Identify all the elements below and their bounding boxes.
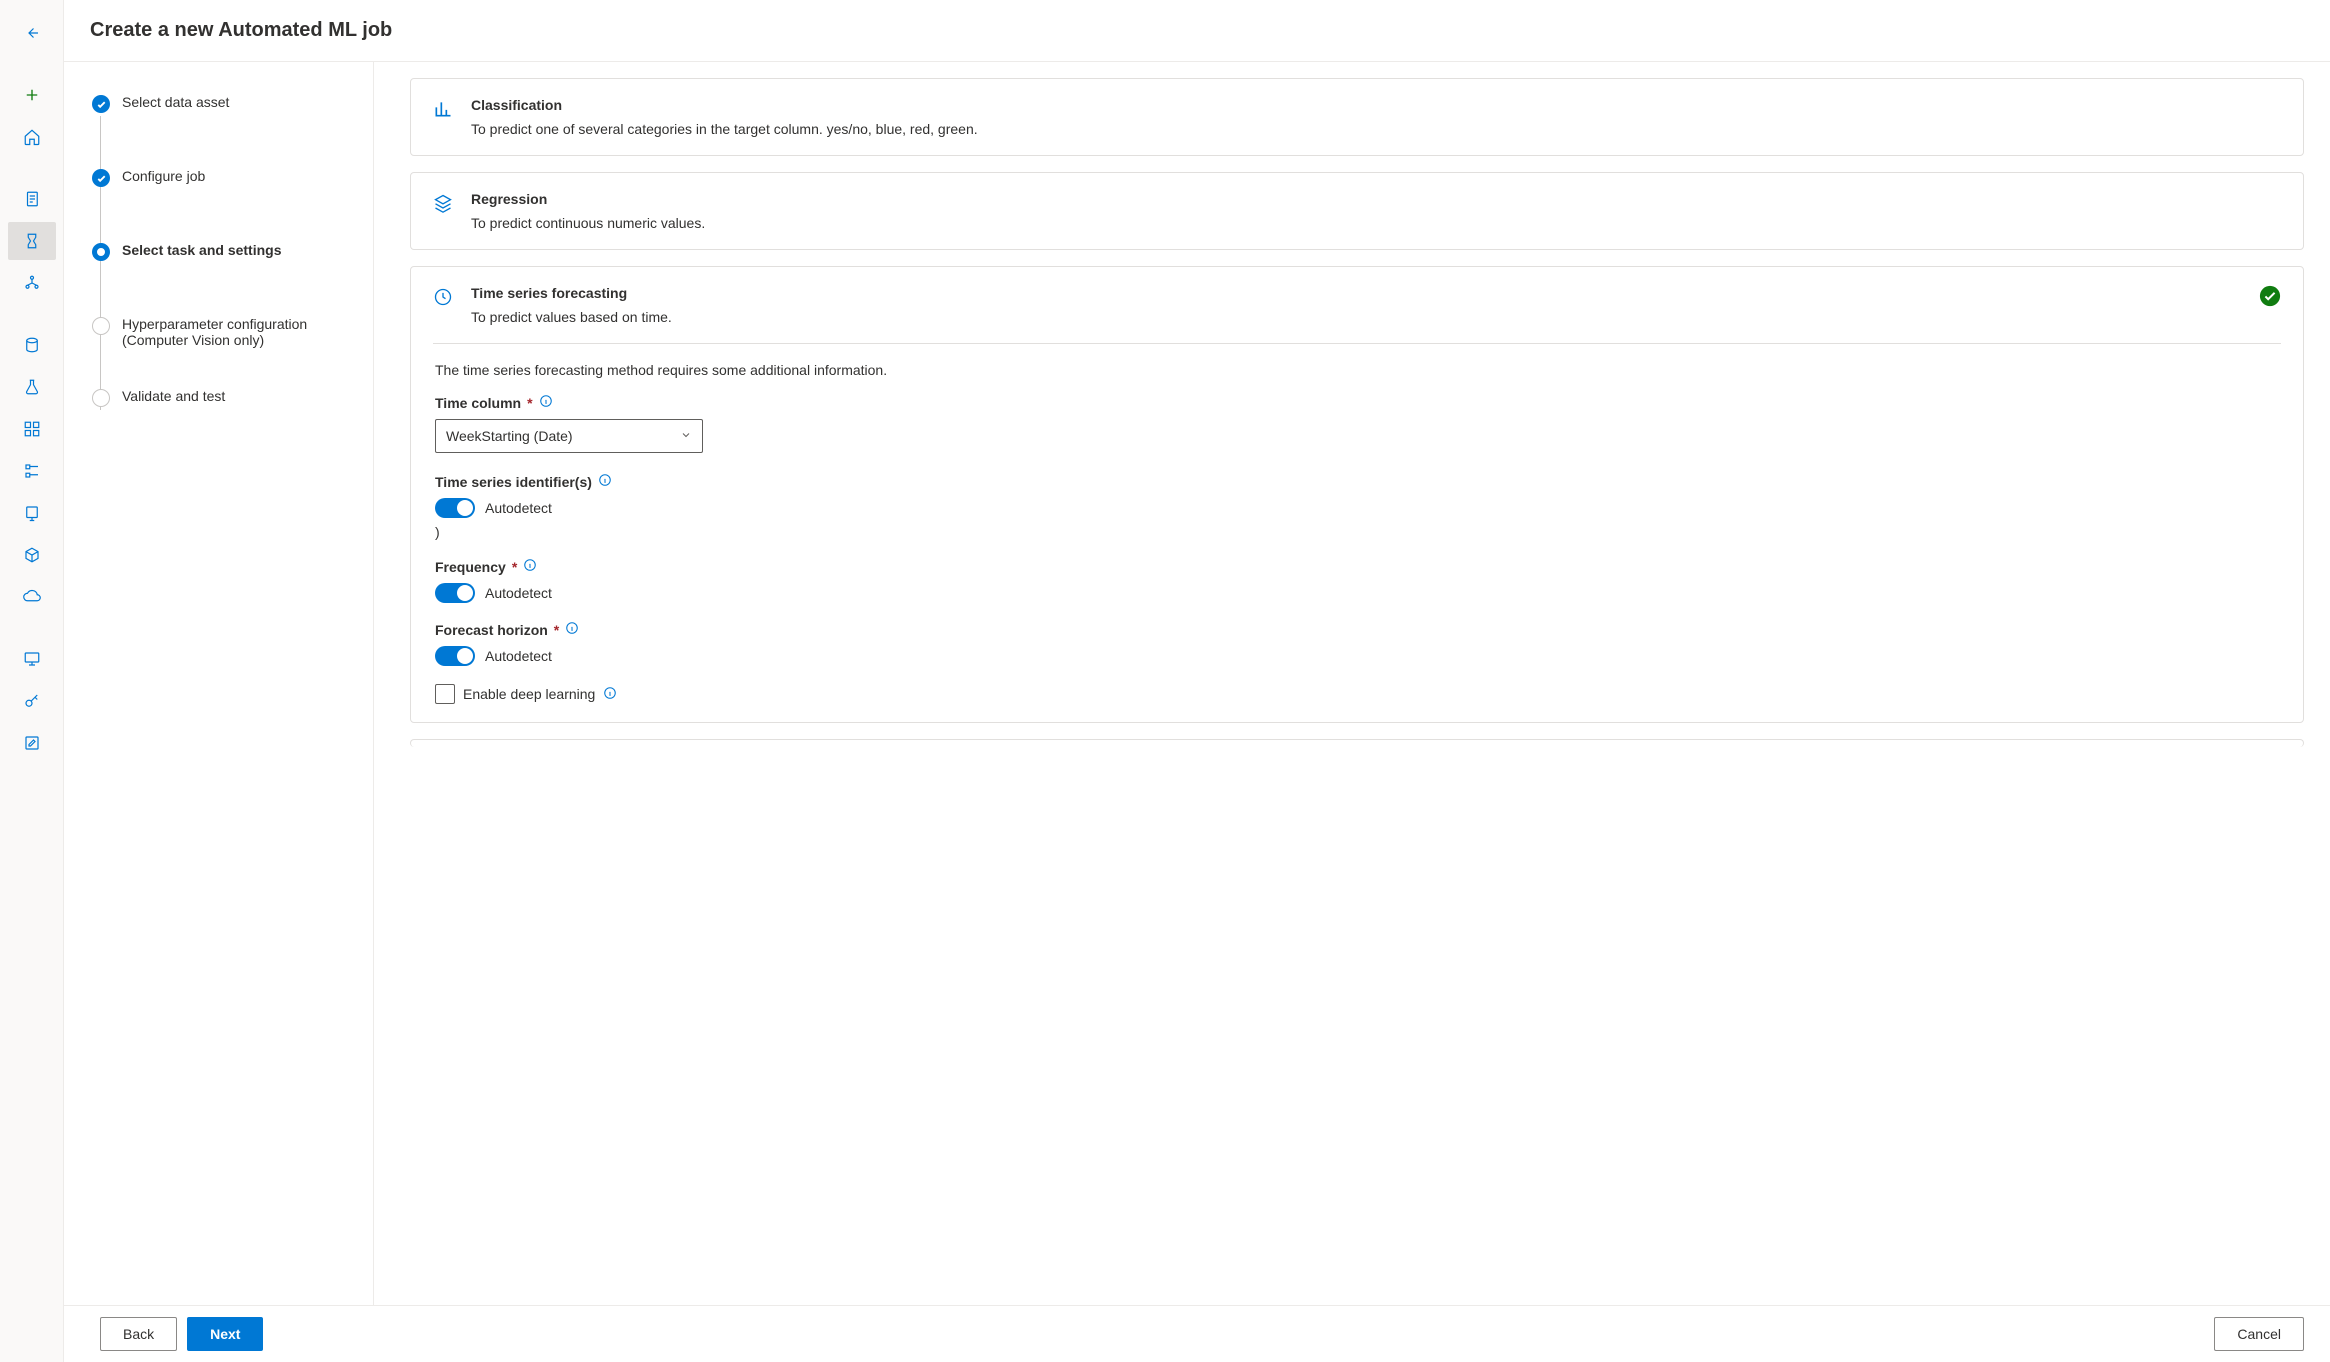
task-card-regression[interactable]: Regression To predict continuous numeric… — [410, 172, 2304, 250]
rail-edit-icon[interactable] — [8, 724, 56, 762]
back-button[interactable]: Back — [100, 1317, 177, 1351]
deep-learning-checkbox[interactable] — [435, 684, 455, 704]
time-column-value: WeekStarting (Date) — [446, 428, 573, 444]
required-marker: * — [512, 559, 517, 575]
left-rail — [0, 0, 64, 1362]
horizon-autodetect-toggle[interactable] — [435, 646, 475, 666]
frequency-label: Frequency — [435, 559, 506, 575]
rail-notebook-icon[interactable] — [8, 180, 56, 218]
chevron-down-icon — [680, 428, 692, 444]
content-area: Classification To predict one of several… — [374, 62, 2330, 1305]
rail-model-icon[interactable] — [8, 536, 56, 574]
rail-automl-icon[interactable] — [8, 222, 56, 260]
step-2-done-icon — [92, 169, 110, 187]
rail-monitor-icon[interactable] — [8, 640, 56, 678]
wizard-stepper: Select data asset Configure job Select t… — [64, 62, 374, 1305]
time-column-label: Time column — [435, 395, 521, 411]
step-3-current-icon — [92, 243, 110, 261]
step-1-label[interactable]: Select data asset — [122, 94, 229, 168]
rail-key-icon[interactable] — [8, 682, 56, 720]
identifiers-extra-text: ) — [435, 524, 2281, 540]
regression-desc: To predict continuous numeric values. — [471, 215, 705, 231]
info-icon[interactable] — [539, 394, 553, 411]
forecasting-note: The time series forecasting method requi… — [435, 362, 2281, 378]
info-icon[interactable] — [565, 621, 579, 638]
frequency-toggle-label: Autodetect — [485, 585, 552, 601]
identifiers-label: Time series identifier(s) — [435, 474, 592, 490]
step-3-label[interactable]: Select task and settings — [122, 242, 282, 316]
info-icon[interactable] — [523, 558, 537, 575]
step-1-done-icon — [92, 95, 110, 113]
time-column-select[interactable]: WeekStarting (Date) — [435, 419, 703, 453]
rail-pipeline-icon[interactable] — [8, 264, 56, 302]
rail-jobs-icon[interactable] — [8, 452, 56, 490]
regression-title: Regression — [471, 191, 705, 207]
barchart-icon — [433, 99, 453, 122]
step-2-label[interactable]: Configure job — [122, 168, 205, 242]
rail-add-icon[interactable] — [8, 76, 56, 114]
cancel-button[interactable]: Cancel — [2214, 1317, 2304, 1351]
rail-home-icon[interactable] — [8, 118, 56, 156]
info-icon[interactable] — [603, 686, 617, 703]
next-button[interactable]: Next — [187, 1317, 263, 1351]
page-header: Create a new Automated ML job — [64, 0, 2330, 62]
selected-check-icon — [2259, 285, 2281, 307]
classification-desc: To predict one of several categories in … — [471, 121, 978, 137]
required-marker: * — [527, 395, 532, 411]
info-icon[interactable] — [598, 473, 612, 490]
rail-compute-icon[interactable] — [8, 494, 56, 532]
rail-data-icon[interactable] — [8, 326, 56, 364]
classification-title: Classification — [471, 97, 978, 113]
wizard-footer: Back Next Cancel — [64, 1306, 2330, 1362]
required-marker: * — [554, 622, 559, 638]
layers-icon — [433, 193, 453, 216]
step-4-label: Hyperparameter configuration (Computer V… — [122, 316, 349, 388]
forecasting-title: Time series forecasting — [471, 285, 672, 301]
horizon-toggle-label: Autodetect — [485, 648, 552, 664]
task-card-classification[interactable]: Classification To predict one of several… — [410, 78, 2304, 156]
deep-learning-label: Enable deep learning — [463, 686, 595, 702]
horizon-label: Forecast horizon — [435, 622, 548, 638]
rail-component-icon[interactable] — [8, 410, 56, 448]
step-5-future-icon — [92, 389, 110, 407]
rail-experiment-icon[interactable] — [8, 368, 56, 406]
next-card-peek — [410, 739, 2304, 747]
identifiers-toggle-label: Autodetect — [485, 500, 552, 516]
rail-back-icon[interactable] — [8, 14, 56, 52]
identifiers-autodetect-toggle[interactable] — [435, 498, 475, 518]
step-5-label: Validate and test — [122, 388, 225, 462]
page-title: Create a new Automated ML job — [90, 19, 392, 42]
step-4-future-icon — [92, 317, 110, 335]
clock-icon — [433, 287, 453, 310]
task-card-forecasting[interactable]: Time series forecasting To predict value… — [410, 266, 2304, 723]
rail-endpoint-icon[interactable] — [8, 578, 56, 616]
forecasting-desc: To predict values based on time. — [471, 309, 672, 325]
frequency-autodetect-toggle[interactable] — [435, 583, 475, 603]
